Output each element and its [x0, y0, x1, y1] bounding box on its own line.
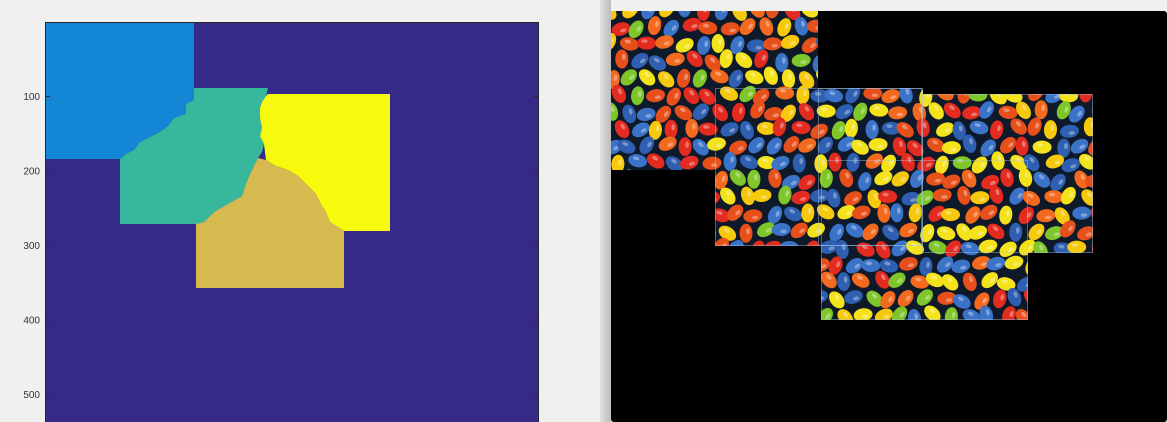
- candy-highlight: [754, 3, 761, 10]
- label-matrix-plot: 100 200 300 400 500: [23, 22, 539, 422]
- candy-highlight: [934, 3, 941, 10]
- stitched-mosaic-canvas: [611, 1, 1167, 422]
- candy-highlight: [952, 3, 958, 10]
- candy-bean: [865, 120, 879, 139]
- candy-highlight: [1073, 1, 1080, 8]
- candy-highlight: [621, 53, 626, 61]
- candy-highlight: [667, 11, 673, 12]
- y-tick-label: 400: [23, 316, 40, 327]
- candy-bean: [678, 137, 692, 157]
- candy-highlight: [1059, 3, 1066, 10]
- y-tick-label: 200: [23, 167, 40, 178]
- candy-bean: [1067, 240, 1087, 254]
- candy-highlight: [1005, 3, 1012, 9]
- pane-divider[interactable]: [600, 0, 611, 422]
- candy-highlight: [876, 4, 883, 11]
- candy-highlight: [1095, 4, 1102, 11]
- label-matrix-figure: 100 200 300 400 500: [0, 0, 600, 422]
- y-tick-label: 500: [23, 390, 40, 401]
- stitched-mosaic-figure: [611, 0, 1167, 422]
- candy-highlight: [827, 1, 833, 8]
- candy-highlight: [1071, 243, 1078, 247]
- y-tick-label: 300: [23, 241, 40, 252]
- candy-highlight: [872, 124, 876, 131]
- candy-highlight: [982, 5, 989, 10]
- y-tick-label: 100: [23, 92, 40, 103]
- candy-highlight: [805, 4, 812, 11]
- candy-bean: [952, 156, 972, 170]
- candy-highlight: [773, 4, 778, 11]
- candy-bean: [615, 49, 629, 69]
- candy-highlight: [685, 141, 689, 148]
- candy-highlight: [861, 3, 866, 10]
- candy-highlight: [684, 2, 688, 9]
